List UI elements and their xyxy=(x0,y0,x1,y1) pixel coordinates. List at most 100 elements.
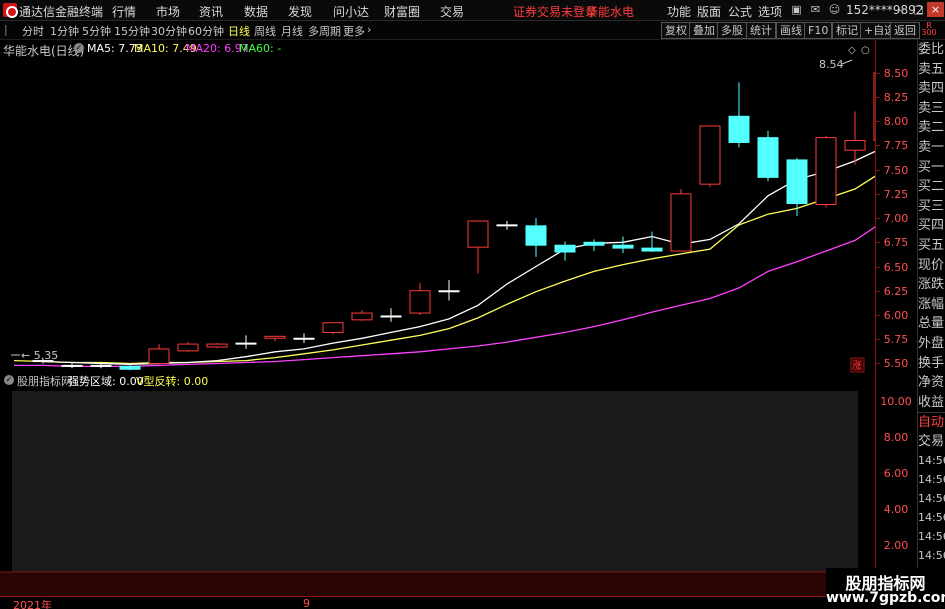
mark-button[interactable]: 标记 xyxy=(832,22,862,39)
tick-time: 14:56 xyxy=(918,492,945,506)
candle-body xyxy=(177,343,199,352)
candle[interactable] xyxy=(293,333,315,344)
candlestick-chart[interactable]: 8.54 ← 5.35 ◇ ○ 涨 xyxy=(0,40,875,383)
candle[interactable] xyxy=(438,280,460,301)
menu-function[interactable]: 功能 xyxy=(667,3,691,20)
candle-body xyxy=(380,315,402,318)
candle[interactable] xyxy=(757,130,779,182)
f10-button[interactable]: F10 xyxy=(804,22,833,39)
chart-menu-icon[interactable]: ○ xyxy=(861,45,870,56)
tab-multi-period[interactable]: 多周期 xyxy=(308,23,341,39)
v-reversal-value: V型反转: 0.00 xyxy=(136,375,209,388)
candle[interactable] xyxy=(177,342,199,352)
message-icon[interactable]: ✉ xyxy=(807,2,824,17)
auto-trade-tab[interactable]: 自动 xyxy=(918,412,945,432)
tab-30min[interactable]: 30分钟 xyxy=(151,23,187,39)
menu-trade[interactable]: 交易 xyxy=(440,3,464,20)
menu-wealth-circle[interactable]: 财富圈 xyxy=(384,3,420,20)
menu-data[interactable]: 数据 xyxy=(244,3,268,20)
candle[interactable] xyxy=(612,236,634,253)
minimize-button[interactable]: – xyxy=(893,2,910,17)
trade-tab[interactable]: 交易 xyxy=(918,432,945,452)
quote-field-label: 卖三 xyxy=(918,100,945,116)
price-tick: 7.75 xyxy=(883,139,909,153)
candle-body xyxy=(612,244,634,249)
price-tick: 8.25 xyxy=(883,90,909,104)
tab-60min[interactable]: 60分钟 xyxy=(188,23,224,39)
candle[interactable] xyxy=(699,125,721,188)
candle[interactable] xyxy=(815,135,837,208)
trade-status-text[interactable]: 证券交易未登录 xyxy=(513,3,597,20)
tab-more[interactable]: 更多 xyxy=(343,23,365,39)
candle[interactable] xyxy=(844,111,866,165)
maximize-button[interactable]: □ xyxy=(910,2,927,17)
candle-body xyxy=(148,348,170,364)
tick-time: 14:56 xyxy=(918,530,945,544)
quote-field-label: 涨幅 xyxy=(918,296,945,312)
back-button[interactable]: 返回 xyxy=(890,22,920,39)
tick-time: 14:56 xyxy=(918,549,945,563)
candle[interactable] xyxy=(264,335,286,342)
zoom-diamond-icon[interactable]: ◇ xyxy=(848,45,856,56)
tab-intraday[interactable]: 分时 xyxy=(22,23,44,39)
candle[interactable] xyxy=(351,310,373,321)
price-tick: 8.00 xyxy=(883,115,909,129)
indicator-name[interactable]: 股朋指标网 xyxy=(17,373,72,389)
close-button[interactable]: × xyxy=(927,2,944,17)
user-icon[interactable]: ☺ xyxy=(826,2,843,17)
menu-news[interactable]: 资讯 xyxy=(199,3,223,20)
candle[interactable] xyxy=(496,220,518,230)
candle[interactable] xyxy=(554,241,576,261)
adjust-button[interactable]: 复权 xyxy=(661,22,691,39)
indicator-chart[interactable] xyxy=(0,388,875,596)
tab-monthly[interactable]: 月线 xyxy=(281,23,303,39)
candle[interactable] xyxy=(119,364,141,371)
candle[interactable] xyxy=(61,363,83,369)
tab-1min[interactable]: 1分钟 xyxy=(50,23,79,39)
menu-formula[interactable]: 公式 xyxy=(728,3,752,20)
tab-5min[interactable]: 5分钟 xyxy=(82,23,111,39)
statistics-button[interactable]: 统计 xyxy=(746,22,776,39)
skin-icon[interactable]: ▣ xyxy=(788,2,805,17)
candle[interactable] xyxy=(786,157,808,217)
nav-arrow-icon[interactable]: | xyxy=(4,23,8,36)
candle-body xyxy=(554,244,576,253)
candle[interactable] xyxy=(467,220,489,274)
menu-options[interactable]: 选项 xyxy=(758,3,782,20)
price-tick: 8.50 xyxy=(883,66,909,80)
candle[interactable] xyxy=(670,189,692,252)
candle[interactable] xyxy=(583,239,605,252)
tab-weekly[interactable]: 周线 xyxy=(254,23,276,39)
candle[interactable] xyxy=(380,308,402,322)
chevron-right-icon[interactable]: › xyxy=(367,23,371,36)
candle[interactable] xyxy=(525,218,547,257)
menu-xiaoda[interactable]: 问小达 xyxy=(333,3,369,20)
overlay-button[interactable]: 叠加 xyxy=(689,22,719,39)
quote-field-label: 净资 xyxy=(918,375,945,391)
candle[interactable] xyxy=(322,322,344,335)
candle-body xyxy=(322,322,344,333)
candle[interactable] xyxy=(641,231,663,252)
menu-market[interactable]: 市场 xyxy=(156,3,180,20)
indicator-toggle-icon[interactable]: ✓ xyxy=(4,375,14,385)
candle-body xyxy=(525,225,547,246)
candle[interactable] xyxy=(409,283,431,315)
multi-stock-button[interactable]: 多股 xyxy=(717,22,747,39)
tab-15min[interactable]: 15分钟 xyxy=(114,23,150,39)
menu-quotes[interactable]: 行情 xyxy=(112,3,136,20)
quote-field-label: 买一 xyxy=(918,159,945,175)
current-stock-name[interactable]: 华能水电 xyxy=(586,3,634,20)
candle-body xyxy=(815,137,837,206)
candle[interactable] xyxy=(235,335,257,349)
candle[interactable] xyxy=(148,344,170,365)
menu-layout[interactable]: 版面 xyxy=(697,3,721,20)
min-price-label: ← 5.35 xyxy=(21,349,58,362)
candle[interactable] xyxy=(206,343,228,348)
strong-zone-value: 强势区域: 0.00 xyxy=(68,375,144,388)
menu-discover[interactable]: 发现 xyxy=(288,3,312,20)
draw-line-button[interactable]: 画线 xyxy=(776,22,806,39)
candle[interactable] xyxy=(728,82,750,148)
price-tick: 5.75 xyxy=(883,333,909,347)
tab-daily[interactable]: 日线 xyxy=(228,23,250,39)
quote-field-label: 外盘 xyxy=(918,335,945,351)
